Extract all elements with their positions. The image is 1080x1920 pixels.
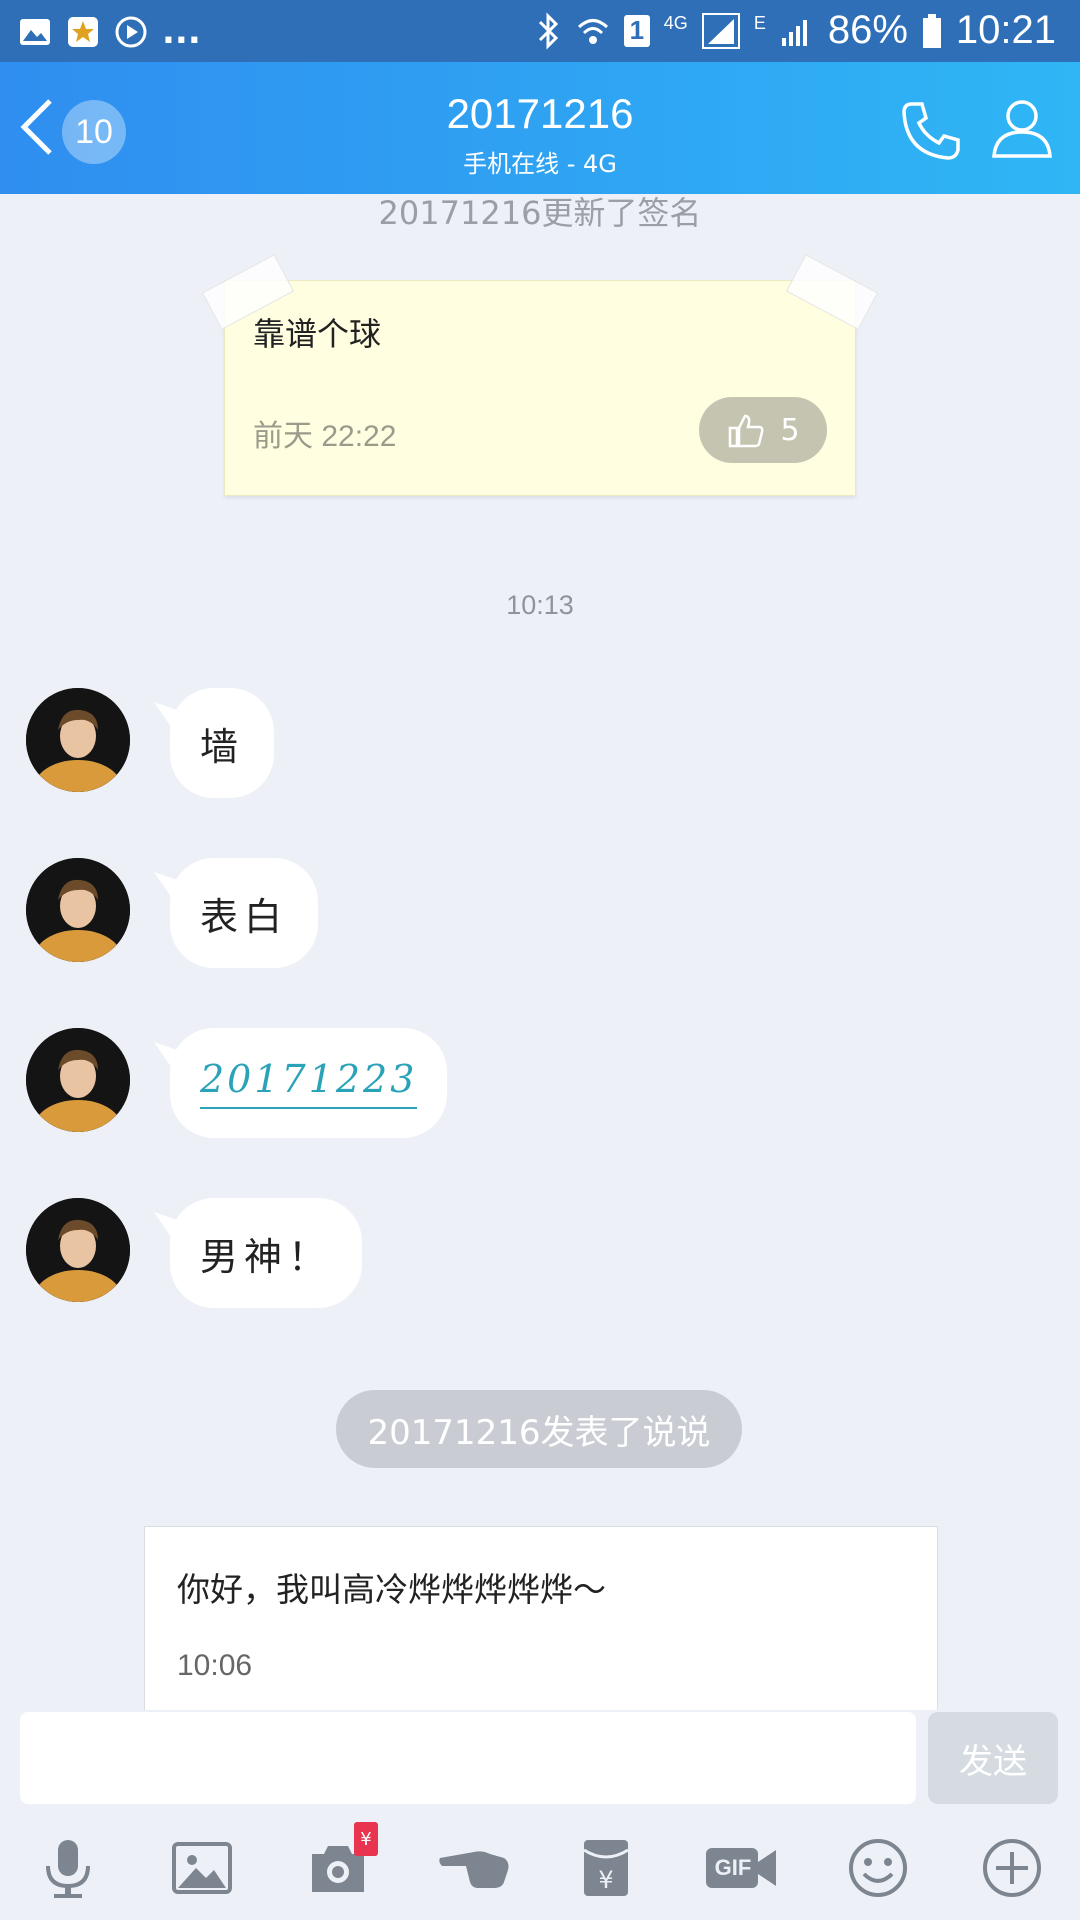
avatar-photo <box>26 1198 130 1302</box>
signal-icon-2 <box>781 19 807 46</box>
chat-header: 10 20171216 手机在线 - 4G <box>0 62 1080 194</box>
post-text: 你好，我叫高冷烨烨烨烨烨～ <box>177 1570 606 1609</box>
message-input[interactable] <box>20 1712 916 1804</box>
post-notice[interactable]: 20171216发表了说说 <box>336 1390 742 1468</box>
network-4g-label: 4G <box>663 13 688 33</box>
message-bubble[interactable]: 男神！ <box>154 1198 363 1308</box>
message-text: 墙 <box>200 724 245 769</box>
signal-icon <box>701 12 740 49</box>
star-app-icon <box>68 17 98 47</box>
poke-icon[interactable] <box>438 1836 510 1900</box>
notification-overflow: ... <box>162 12 201 52</box>
play-icon <box>115 16 147 48</box>
emoji-icon[interactable] <box>846 1836 910 1900</box>
gif-label: GIF <box>714 1855 752 1880</box>
signature-card[interactable]: 靠谱个球 前天 22:22 5 <box>201 254 879 496</box>
message-timestamp: 10:13 <box>506 590 574 620</box>
message-link[interactable]: 20171223 <box>200 1057 418 1109</box>
status-bar: ... 1 4G E 86% 10:21 <box>0 0 1080 62</box>
signature-notice: 20171216更新了签名 <box>378 194 702 232</box>
status-time: 10:21 <box>955 8 1056 52</box>
send-button[interactable]: 发送 <box>928 1712 1058 1804</box>
avatar[interactable] <box>26 1028 130 1132</box>
like-count: 5 <box>780 412 800 448</box>
thumbs-up-icon <box>729 414 764 448</box>
profile-icon[interactable] <box>990 96 1054 160</box>
like-button[interactable]: 5 <box>699 397 827 463</box>
signature-time: 前天 22:22 <box>253 420 397 453</box>
chat-area[interactable]: 20171216更新了签名 靠谱个球 前天 22:22 5 10:13 墙 表白… <box>0 194 1080 1710</box>
battery-percent: 86% <box>827 8 908 52</box>
avatar-photo <box>26 688 130 792</box>
gallery-icon <box>20 19 50 45</box>
post-time: 10:06 <box>177 1649 253 1682</box>
tape-right <box>785 254 879 330</box>
avatar[interactable] <box>26 688 130 792</box>
post-card[interactable]: 你好，我叫高冷烨烨烨烨烨～ 10:06 <box>144 1526 938 1710</box>
message-text: 男神！ <box>200 1234 333 1279</box>
message-bubble[interactable]: 表白 <box>154 858 319 968</box>
avatar[interactable] <box>26 858 130 962</box>
camera-badge: ¥ <box>354 1822 378 1856</box>
wifi-icon <box>577 18 608 44</box>
svg-text:¥: ¥ <box>598 1866 613 1894</box>
message-bubble-link[interactable]: 20171223 <box>154 1028 448 1138</box>
message-bubble[interactable]: 墙 <box>154 688 275 798</box>
phone-call-icon[interactable] <box>898 98 964 164</box>
composer: 发送 <box>0 1710 1080 1806</box>
signature-text: 靠谱个球 <box>253 315 382 353</box>
plus-icon[interactable] <box>980 1836 1044 1900</box>
red-packet-icon[interactable]: ¥ <box>574 1836 638 1900</box>
gif-button[interactable]: GIF <box>704 1836 778 1900</box>
microphone-icon[interactable] <box>36 1836 100 1900</box>
avatar-photo <box>26 858 130 962</box>
composer-toolbar: ¥ ¥ GIF <box>0 1806 1080 1920</box>
avatar[interactable] <box>26 1198 130 1302</box>
avatar-photo <box>26 1028 130 1132</box>
camera-button[interactable]: ¥ <box>306 1822 378 1900</box>
network-e-label: E <box>753 13 766 33</box>
message-text: 表白 <box>200 894 289 939</box>
sim-badge: 1 <box>623 14 650 47</box>
bluetooth-icon <box>538 11 558 50</box>
image-icon[interactable] <box>170 1836 234 1900</box>
battery-icon <box>922 13 941 48</box>
